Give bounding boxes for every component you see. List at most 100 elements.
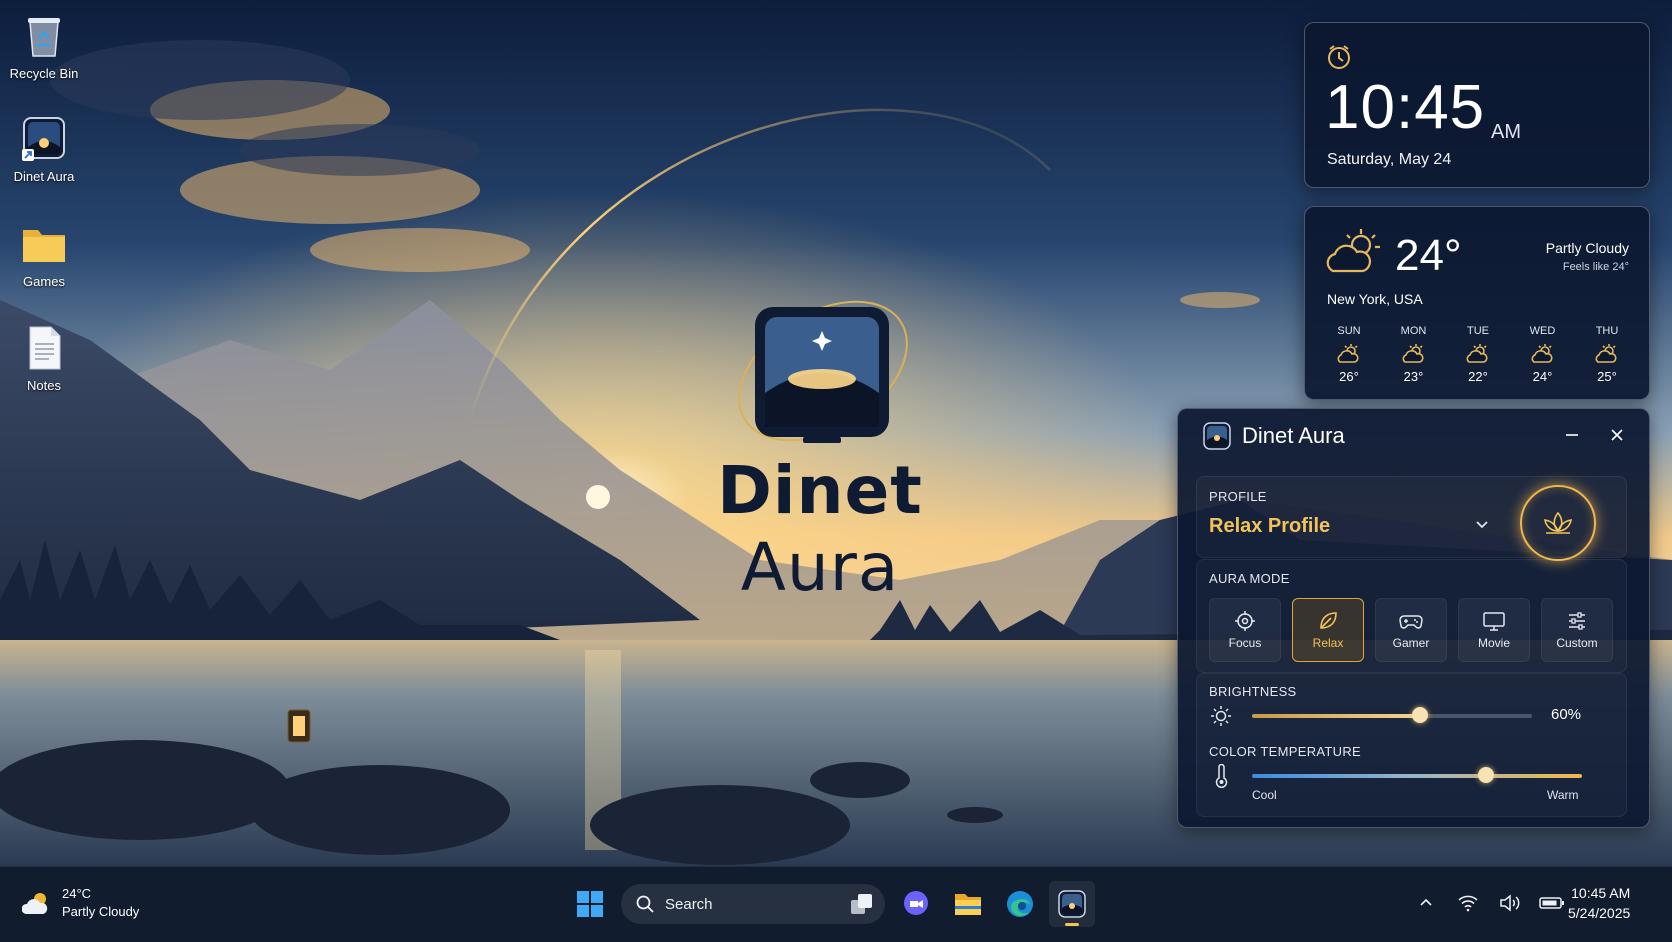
mode-focus-button[interactable]: Focus	[1209, 598, 1281, 662]
taskbar-edge-browser[interactable]	[997, 881, 1043, 927]
edge-browser-icon	[1007, 891, 1033, 917]
monitor-icon	[1483, 612, 1505, 631]
gamepad-icon	[1399, 615, 1423, 629]
task-view-icon[interactable]	[849, 892, 875, 916]
mode-movie-button[interactable]: Movie	[1458, 598, 1530, 662]
partly-cloudy-icon	[1325, 227, 1385, 284]
focus-target-icon	[1235, 611, 1255, 631]
partly-cloudy-icon	[22, 893, 48, 914]
file-explorer-icon	[955, 894, 981, 915]
mode-gamer-button[interactable]: Gamer	[1375, 598, 1447, 662]
recycle-bin-icon	[20, 12, 68, 60]
forecast-temp: 26°	[1339, 369, 1359, 384]
forecast-day: MON 23°	[1382, 325, 1446, 384]
forecast-day-name: WED	[1529, 325, 1556, 337]
brightness-value: 60%	[1551, 706, 1582, 723]
forecast-temp: 25°	[1597, 369, 1617, 384]
brightness-slider[interactable]	[1252, 707, 1532, 723]
thermometer-icon	[1211, 763, 1231, 793]
forecast-day-name: THU	[1595, 325, 1619, 337]
display-settings-section: BRIGHTNESS 60% COLOR TEMPERATURE Cool Wa…	[1196, 673, 1627, 817]
weather-widget[interactable]: 24° Partly Cloudy Feels like 24° New Yor…	[1304, 206, 1650, 400]
brightness-slider-fill	[1252, 714, 1420, 718]
desktop-icon-games[interactable]: Games	[4, 220, 84, 289]
text-document-icon	[20, 324, 68, 372]
mode-relax-button[interactable]: Relax	[1292, 598, 1364, 662]
partly-cloudy-icon	[1337, 344, 1359, 363]
clock-widget[interactable]: 10:45 AM Saturday, May 24	[1304, 22, 1650, 188]
profile-section: PROFILE Relax Profile	[1196, 476, 1627, 561]
windows-logo-icon	[577, 891, 603, 917]
profile-orb-button[interactable]	[1520, 485, 1596, 561]
aura-mode-label: AURA MODE	[1209, 571, 1290, 586]
brightness-label: BRIGHTNESS	[1209, 684, 1297, 699]
mode-label: Custom	[1556, 636, 1598, 650]
desktop-icon-label: Games	[23, 274, 65, 289]
clock-ampm: AM	[1491, 121, 1521, 143]
weather-condition: Partly Cloudy	[1545, 240, 1629, 256]
lotus-icon	[1544, 511, 1572, 534]
mode-label: Focus	[1228, 636, 1262, 650]
clock-date: Saturday, May 24	[1327, 151, 1452, 168]
taskbar-weather[interactable]: 24°C Partly Cloudy	[22, 885, 139, 921]
profile-selector[interactable]: Relax Profile	[1209, 515, 1330, 538]
aura-mode-section: AURA MODE Focus Relax Gamer Movie Custom	[1196, 559, 1627, 673]
dinet-aura-app-icon	[1058, 890, 1086, 918]
taskbar-file-explorer[interactable]	[945, 881, 991, 927]
chevron-up-icon[interactable]	[1412, 889, 1440, 917]
partly-cloudy-icon	[1595, 344, 1617, 363]
minimize-button[interactable]	[1558, 421, 1586, 449]
window-titlebar[interactable]: Dinet Aura	[1178, 409, 1649, 459]
taskbar-chat-app[interactable]	[893, 881, 939, 927]
mode-label: Relax	[1312, 636, 1344, 650]
desktop-icon-label: Dinet Aura	[13, 169, 75, 184]
clock-time: 10:45	[1325, 73, 1486, 142]
taskbar: 24°C Partly Cloudy Search 10:45 AM 5/24/…	[0, 866, 1672, 942]
chat-icon	[904, 891, 928, 915]
weather-location: New York, USA	[1327, 291, 1423, 307]
forecast-day-name: SUN	[1337, 325, 1361, 337]
close-icon	[1611, 429, 1623, 441]
forecast-day: TUE 22°	[1446, 325, 1510, 384]
alarm-clock-icon[interactable]	[1325, 43, 1353, 76]
window-title: Dinet Aura	[1242, 423, 1345, 448]
forecast-temp: 23°	[1403, 369, 1424, 384]
mode-custom-button[interactable]: Custom	[1541, 598, 1613, 662]
color-temperature-slider-thumb[interactable]	[1478, 767, 1495, 783]
close-button[interactable]	[1603, 421, 1631, 449]
dinet-aura-logo-mark	[725, 283, 915, 463]
taskbar-search-box[interactable]: Search	[621, 884, 885, 924]
forecast-temp: 24°	[1532, 369, 1553, 384]
sliders-icon	[1569, 612, 1585, 630]
taskbar-clock[interactable]: 10:45 AM 5/24/2025	[1568, 883, 1630, 923]
dinet-aura-window: Dinet Aura PROFILE Relax Profile AURA MO…	[1177, 408, 1650, 828]
cool-label: Cool	[1252, 788, 1277, 802]
warm-label: Warm	[1547, 788, 1579, 802]
search-placeholder: Search	[665, 895, 713, 913]
color-temperature-slider[interactable]	[1252, 767, 1582, 783]
desktop-icon-recycle-bin[interactable]: Recycle Bin	[4, 12, 84, 81]
desktop-icon-notes[interactable]: Notes	[4, 324, 84, 393]
folder-icon	[20, 220, 68, 268]
logo-wordmark: Dinet Aura	[640, 452, 1000, 606]
start-button[interactable]	[567, 881, 613, 927]
forecast-day-name: TUE	[1467, 325, 1489, 337]
desktop-icon-label: Notes	[27, 378, 61, 393]
taskbar-time: 10:45 AM	[1571, 885, 1631, 901]
weather-forecast: SUN 26° MON 23° TUE 22° WED 24° THU 25°	[1317, 325, 1639, 384]
leaf-icon	[1320, 612, 1337, 629]
color-temperature-label: COLOR TEMPERATURE	[1209, 744, 1361, 759]
taskbar-apps: Search	[567, 880, 1101, 928]
dinet-aura-app-icon	[20, 115, 68, 163]
mode-label: Gamer	[1392, 636, 1430, 650]
forecast-day-name: MON	[1400, 325, 1427, 337]
wifi-icon[interactable]	[1454, 889, 1482, 917]
taskbar-dinet-aura[interactable]	[1049, 881, 1095, 927]
brightness-slider-thumb[interactable]	[1412, 707, 1428, 723]
taskbar-weather-temp: 24°C	[62, 886, 92, 901]
desktop-icon-dinet-aura[interactable]: Dinet Aura	[4, 115, 84, 184]
volume-icon[interactable]	[1496, 889, 1524, 917]
chevron-down-icon[interactable]	[1473, 515, 1491, 538]
battery-icon[interactable]	[1538, 889, 1566, 917]
aura-mode-options: Focus Relax Gamer Movie Custom	[1209, 598, 1613, 662]
